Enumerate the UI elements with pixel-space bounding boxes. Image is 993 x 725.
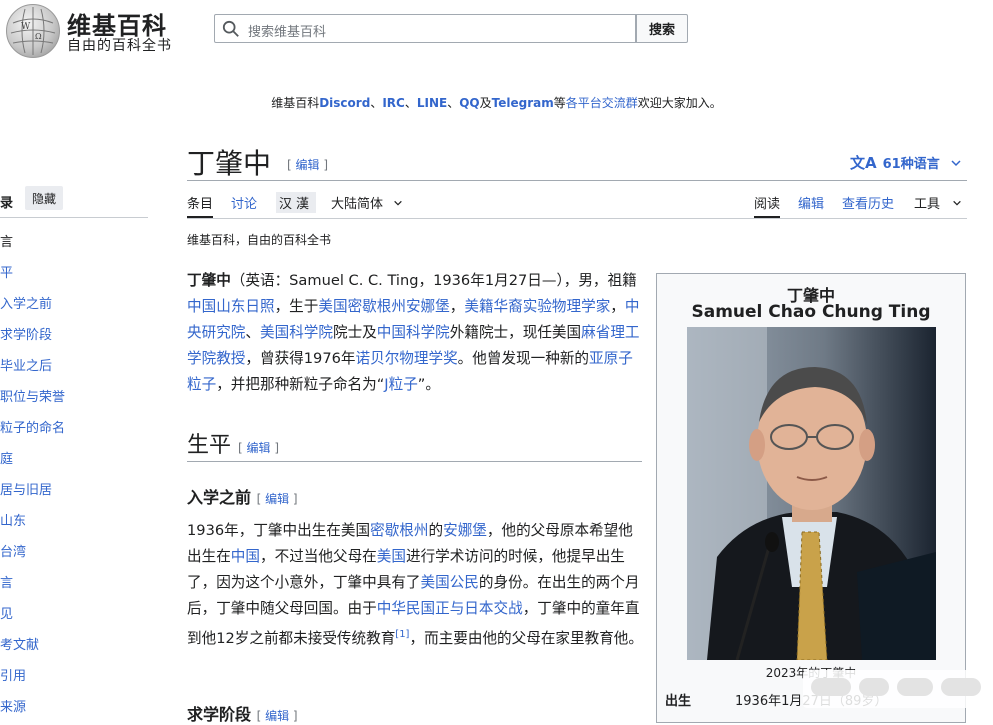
- tab-edit[interactable]: 编辑: [798, 193, 824, 212]
- subsection-heading: 求学阶段 [ 编辑 ]: [187, 705, 298, 724]
- section-edit-link[interactable]: [ 编辑 ]: [238, 441, 279, 455]
- infobox-title-en: Samuel Chao Chung Ting: [691, 302, 931, 322]
- tools-menu[interactable]: 工具: [914, 193, 962, 212]
- toc-item[interactable]: 平: [0, 262, 13, 281]
- discord-link[interactable]: Discord: [319, 96, 370, 110]
- qq-link[interactable]: QQ: [459, 96, 479, 110]
- toc-item[interactable]: 言: [0, 572, 13, 591]
- tab-history[interactable]: 查看历史: [842, 193, 894, 212]
- link[interactable]: 美国密歇根州安娜堡: [318, 298, 449, 315]
- variant-switch[interactable]: 汉漢: [276, 192, 317, 213]
- toc-item[interactable]: 山东: [0, 510, 26, 529]
- link[interactable]: J粒子: [384, 376, 418, 393]
- toc-hide-button[interactable]: 隐藏: [25, 186, 64, 210]
- site-notice-banner: 维基百科Discord、IRC、LINE、QQ及Telegram等各平台交流群欢…: [271, 96, 722, 110]
- variant-menu[interactable]: 大陆简体: [331, 193, 403, 212]
- tools-label: 工具: [914, 197, 941, 212]
- toc-item[interactable]: 考文献: [0, 634, 39, 653]
- toc-divider: [0, 217, 148, 218]
- title-edit-link[interactable]: [ 编辑 ]: [287, 156, 328, 173]
- link[interactable]: 美国: [377, 548, 406, 565]
- chevron-down-icon: [951, 159, 961, 166]
- translate-icon: 文A: [850, 154, 877, 172]
- link[interactable]: 美籍华裔实验物理学家: [464, 298, 610, 315]
- lead-paragraph: 丁肇中（英语：Samuel C. C. Ting，1936年1月27日—），男，…: [187, 272, 640, 393]
- overlay-toolbar: [803, 670, 988, 708]
- toc-item[interactable]: 粒子的命名: [0, 417, 65, 436]
- site-subtitle: 维基百科，自由的百科全书: [187, 233, 332, 247]
- toc-item[interactable]: 毕业之后: [0, 355, 52, 374]
- community-groups-link[interactable]: 各平台交流群: [566, 96, 638, 110]
- tab-talk[interactable]: 讨论: [231, 193, 257, 212]
- banner-text: 维基百科: [271, 96, 320, 110]
- toc-item[interactable]: 庭: [0, 448, 13, 467]
- title-divider: [187, 180, 967, 181]
- link[interactable]: 密歇根州: [370, 522, 428, 539]
- toc-item[interactable]: 来源: [0, 696, 26, 715]
- language-selector[interactable]: 文A 61种语言: [850, 152, 962, 173]
- search-icon: [222, 20, 239, 37]
- toc-item[interactable]: 居与旧居: [0, 479, 52, 498]
- link[interactable]: 中华民国正与日本交战: [377, 600, 523, 617]
- reference-link[interactable]: [1]: [395, 629, 409, 640]
- chevron-down-icon: [953, 200, 961, 206]
- toc-item[interactable]: 职位与荣誉: [0, 386, 65, 405]
- toc-item[interactable]: 言: [0, 231, 13, 250]
- toc-item[interactable]: 求学阶段: [0, 324, 52, 343]
- section-divider: [187, 461, 642, 462]
- irc-link[interactable]: IRC: [382, 96, 405, 110]
- toc-title: 录: [0, 196, 14, 211]
- link[interactable]: 美国公民: [421, 574, 479, 591]
- site-tagline: 自由的百科全书: [67, 38, 172, 54]
- early-life-paragraph: 1936年，丁肇中出生在美国密歇根州的安娜堡，他的父母原本希望他出生在中国，不过…: [187, 522, 643, 647]
- section-heading: 生平 [ 编辑 ]: [187, 433, 280, 458]
- svg-text:W: W: [21, 22, 31, 32]
- svg-text:Ω: Ω: [35, 32, 42, 41]
- language-count: 61种语言: [882, 157, 940, 172]
- toc-item[interactable]: 引用: [0, 665, 26, 684]
- chevron-down-icon: [394, 200, 402, 206]
- toc-item[interactable]: 台湾: [0, 541, 26, 560]
- subsection-edit-link[interactable]: [ 编辑 ]: [257, 492, 298, 506]
- line-link[interactable]: LINE: [417, 96, 447, 110]
- subsection-edit-link[interactable]: [ 编辑 ]: [257, 709, 298, 723]
- infobox-label-birth: 出生: [665, 694, 692, 709]
- tabs-divider: [187, 218, 967, 219]
- telegram-link[interactable]: Telegram: [492, 96, 554, 110]
- tab-article[interactable]: 条目: [187, 193, 214, 218]
- search-placeholder: 搜索维基百科: [248, 25, 327, 40]
- page-title: 丁肇中: [187, 147, 272, 180]
- link[interactable]: 中国科学院: [377, 324, 450, 341]
- link[interactable]: 安娜堡: [443, 522, 487, 539]
- link[interactable]: 中国山东日照: [187, 298, 275, 315]
- link[interactable]: 诺贝尔物理学奖: [356, 350, 458, 367]
- toc-item[interactable]: 入学之前: [0, 293, 52, 312]
- subsection-heading: 入学之前 [ 编辑 ]: [187, 488, 298, 507]
- portrait-photo[interactable]: [687, 327, 936, 660]
- tab-read[interactable]: 阅读: [754, 193, 781, 218]
- wikipedia-logo-icon[interactable]: W Ω: [6, 4, 60, 58]
- link[interactable]: 美国科学院: [260, 324, 333, 341]
- variant-menu-label: 大陆简体: [331, 197, 384, 212]
- link[interactable]: 中国: [231, 548, 260, 565]
- toc-item[interactable]: 见: [0, 603, 13, 622]
- search-button[interactable]: 搜索: [636, 14, 688, 43]
